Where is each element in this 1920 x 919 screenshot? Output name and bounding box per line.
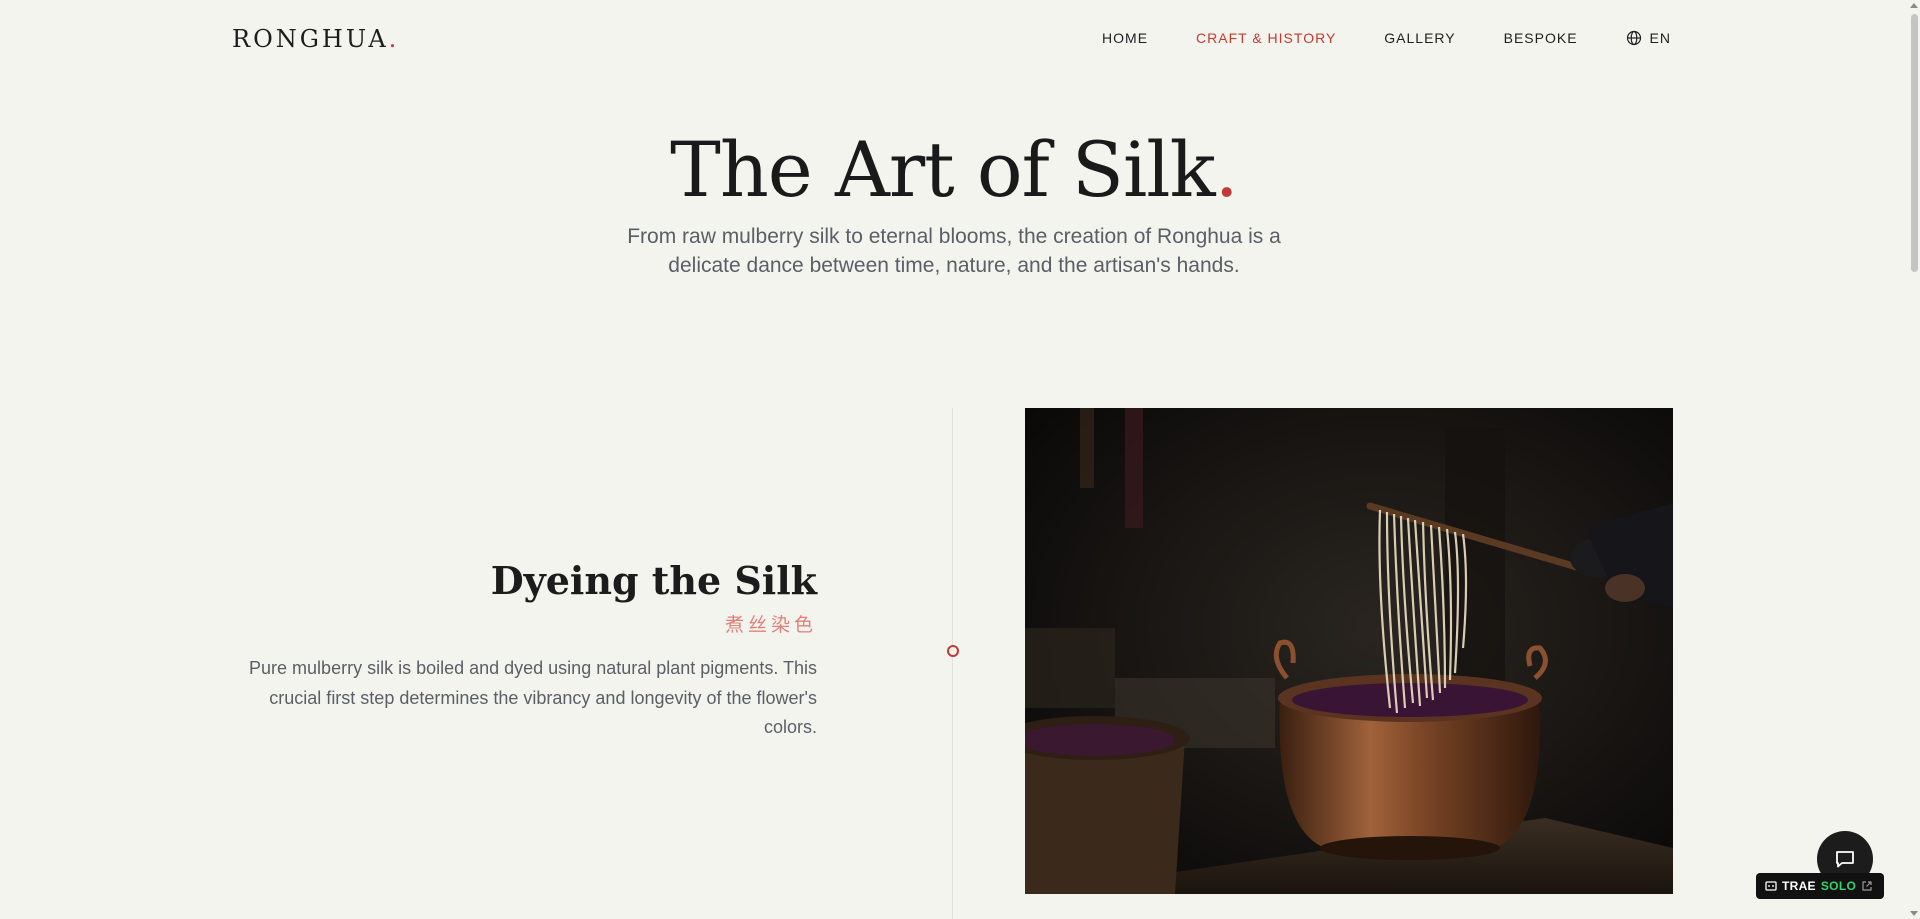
nav-home[interactable]: HOME <box>1102 30 1148 46</box>
step-description: Pure mulberry silk is boiled and dyed us… <box>249 658 817 737</box>
page-scrollbar[interactable] <box>1908 0 1920 919</box>
page-title-text: The Art of Silk <box>670 125 1215 214</box>
brand-name: RONGHUA <box>232 25 389 53</box>
page-title: The Art of Silk. <box>0 125 1908 214</box>
scroll-down-arrow-icon[interactable] <box>1910 911 1918 916</box>
badge-label-solo: SOLO <box>1820 879 1857 893</box>
scrollbar-thumb[interactable] <box>1911 14 1918 272</box>
timeline-line <box>952 408 953 919</box>
brand-logo[interactable]: RONGHUA. <box>232 25 399 53</box>
badge-label-trae: TRAE <box>1782 879 1816 893</box>
external-link-icon <box>1862 881 1872 891</box>
page-subtitle: From raw mulberry silk to eternal blooms… <box>627 225 1281 277</box>
nav-craft-history[interactable]: CRAFT & HISTORY <box>1196 30 1336 46</box>
scroll-up-arrow-icon[interactable] <box>1910 3 1918 8</box>
brand-dot: . <box>388 25 400 53</box>
trae-solo-badge[interactable]: TRAE SOLO <box>1756 873 1884 899</box>
language-switcher[interactable]: EN <box>1626 30 1671 46</box>
trae-logo-icon <box>1765 881 1777 891</box>
nav-gallery[interactable]: GALLERY <box>1384 30 1455 46</box>
step-image <box>1025 408 1673 894</box>
step-subtitle-cn: 煮丝染色 <box>724 614 817 636</box>
title-accent-dot: . <box>1214 125 1239 214</box>
chat-bubble-icon <box>1836 851 1854 868</box>
nav-bespoke[interactable]: BESPOKE <box>1504 30 1578 46</box>
timeline-marker <box>947 645 959 657</box>
language-label: EN <box>1649 30 1671 46</box>
globe-icon <box>1626 30 1641 46</box>
site-header: RONGHUA. HOME CRAFT & HISTORY GALLERY BE… <box>0 0 1908 80</box>
main-nav: HOME CRAFT & HISTORY GALLERY BESPOKE EN <box>1102 30 1671 46</box>
step-title: Dyeing the Silk <box>490 558 817 603</box>
